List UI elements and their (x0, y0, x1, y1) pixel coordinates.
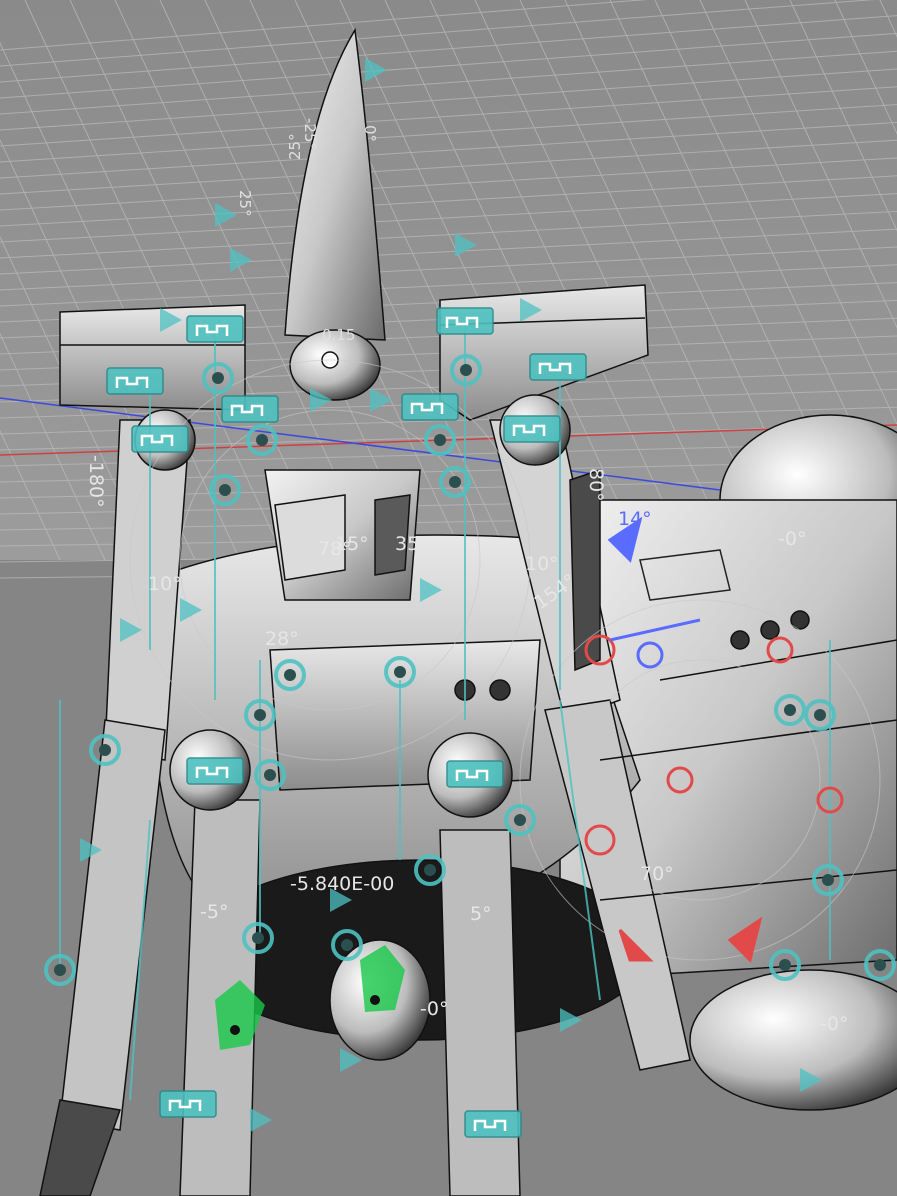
3d-viewport[interactable]: -180° 80° 14° 10° 10° 15° 35° 25° 25° 0°… (0, 0, 897, 1196)
rotation-label: -25° (301, 118, 319, 150)
rotation-label: -180° (85, 455, 107, 508)
skeleton-joint-icon[interactable] (186, 757, 244, 785)
rotation-label: -0° (420, 998, 448, 1020)
rotation-label: 80° (585, 468, 607, 502)
leg-center-right[interactable] (439, 829, 521, 1196)
skeleton-joint-icon[interactable] (221, 395, 279, 423)
rotation-label: 14° (618, 508, 652, 530)
rotation-label: 10° (525, 553, 559, 575)
skeleton-joint-icon[interactable] (186, 315, 244, 343)
rotation-label: 0° (361, 125, 379, 142)
rotation-label: 5° (470, 903, 492, 925)
skeleton-joint-icon[interactable] (159, 1090, 217, 1118)
skeleton-joint-icon[interactable] (503, 415, 561, 443)
rotation-label: 70° (640, 863, 674, 885)
rotation-label: -0° (820, 1013, 848, 1035)
skeleton-joint-icon[interactable] (446, 760, 504, 788)
skeleton-joint-icon[interactable] (131, 425, 189, 453)
rotation-label: 78° (318, 538, 352, 560)
rotation-label: 10° (148, 573, 182, 595)
rotation-label: 35° (395, 533, 429, 555)
skeleton-joint-icon[interactable] (464, 1110, 522, 1138)
skeleton-joint-icon[interactable] (436, 307, 494, 335)
rotation-label: -5° (200, 901, 228, 923)
viewport-canvas[interactable]: -180° 80° 14° 10° 10° 15° 35° 25° 25° 0°… (0, 0, 897, 1196)
rotation-label: 28° (265, 628, 299, 650)
rotation-label: 0.15 (322, 326, 355, 344)
rotation-label: -0° (778, 528, 806, 550)
rotation-label: -5.840E-00 (290, 873, 394, 895)
skeleton-joint-icon[interactable] (401, 393, 459, 421)
skeleton-joint-icon[interactable] (529, 353, 587, 381)
skeleton-joint-icon[interactable] (106, 367, 164, 395)
rotation-label: 25° (236, 190, 254, 217)
